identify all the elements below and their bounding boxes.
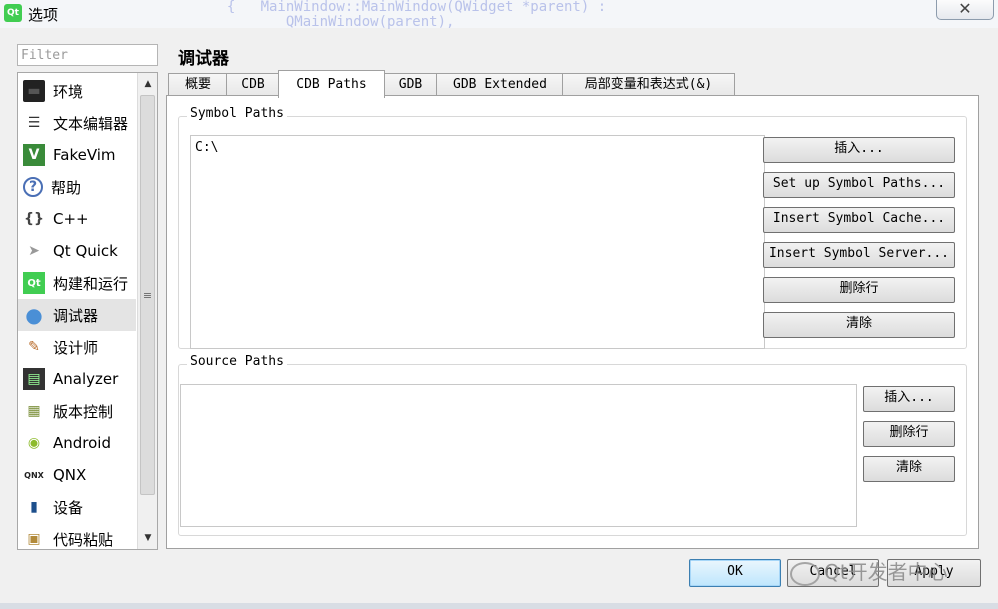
category-item[interactable]: ➤ Qt Quick: [18, 235, 136, 267]
close-button[interactable]: ✕: [936, 0, 994, 20]
build-run-icon: Qt: [23, 272, 45, 294]
filter-input[interactable]: [17, 44, 158, 66]
symbol-remove-row-button[interactable]: 删除行: [763, 277, 955, 303]
scroll-up-arrow-icon[interactable]: ▲: [140, 75, 156, 93]
help-icon: ?: [23, 177, 43, 197]
tab-6[interactable]: 局部变量和表达式(&): [562, 73, 735, 97]
category-label: 调试器: [53, 306, 99, 325]
window-title: 选项: [28, 6, 59, 24]
category-item[interactable]: ● 调试器: [18, 299, 136, 331]
tab-1[interactable]: 概要: [168, 73, 228, 97]
category-item[interactable]: V FakeVim: [18, 139, 136, 171]
designer-icon: ✎: [28, 339, 40, 355]
category-scrollbar[interactable]: ▲ ≡ ▼: [137, 73, 157, 549]
tab-2[interactable]: CDB: [226, 73, 280, 97]
qt-app-icon: Qt: [4, 4, 22, 22]
category-label: Android: [53, 434, 111, 452]
ok-button[interactable]: OK: [689, 559, 781, 587]
device-icon: ▮: [30, 499, 38, 515]
category-item[interactable]: ▬ 环境: [18, 75, 136, 107]
category-label: Analyzer: [53, 370, 119, 388]
watermark-text: Qt开发者中心: [824, 560, 948, 584]
category-label: 环境: [53, 82, 84, 101]
scroll-down-arrow-icon[interactable]: ▼: [140, 529, 156, 547]
symbol-paths-list[interactable]: C:\: [190, 135, 765, 349]
android-icon: ◉: [27, 435, 41, 451]
version-control-icon: ▦: [27, 403, 41, 419]
category-label: 设计师: [53, 338, 99, 357]
category-label: Qt Quick: [53, 242, 118, 260]
source-clear-button[interactable]: 清除: [863, 456, 955, 482]
category-item[interactable]: ▣ 代码粘贴: [18, 523, 136, 549]
monitor-icon: ▬: [23, 80, 45, 102]
category-item[interactable]: ◉ Android: [18, 427, 136, 459]
category-list: ▬ 环境 ☰ 文本编辑器 V FakeVim? 帮助 {} C++ ➤ Qt Quick Qt 构建和运…: [17, 72, 158, 550]
page-title: 调试器: [178, 49, 229, 69]
category-label: QNX: [53, 466, 87, 484]
category-label: C++: [53, 210, 89, 228]
category-item[interactable]: ▦ 版本控制: [18, 395, 136, 427]
bottom-border: [0, 603, 998, 609]
category-item[interactable]: Qt 构建和运行: [18, 267, 136, 299]
debugger-icon: ●: [25, 303, 43, 327]
source-insert-button[interactable]: 插入...: [863, 386, 955, 412]
braces-icon: {}: [24, 211, 44, 227]
category-item[interactable]: ☰ 文本编辑器: [18, 107, 136, 139]
wechat-icon: [790, 561, 820, 586]
category-item[interactable]: ✎ 设计师: [18, 331, 136, 363]
category-label: 代码粘贴: [53, 530, 114, 549]
tab-5[interactable]: GDB Extended: [436, 73, 564, 97]
fakevim-icon: V: [23, 144, 45, 166]
watermark: Qt开发者中心: [790, 556, 948, 586]
text-editor-icon: ☰: [27, 115, 41, 131]
qnx-icon: QNX: [24, 470, 44, 480]
scroll-thumb[interactable]: ≡: [140, 95, 155, 495]
paper-plane-icon: ➤: [28, 243, 40, 259]
category-label: FakeVim: [53, 146, 116, 164]
source-paths-group: Source Paths 插入... 删除行清除: [178, 354, 967, 536]
tab-pane-cdb-paths: Symbol Paths C:\ 插入... Set up Symbol Path…: [166, 95, 979, 549]
code-paste-icon: ▣: [27, 531, 41, 547]
symbol-paths-title: Symbol Paths: [187, 106, 287, 121]
category-item[interactable]: ▤ Analyzer: [18, 363, 136, 395]
category-label: 帮助: [51, 178, 82, 197]
source-paths-title: Source Paths: [187, 354, 287, 369]
symbol-setup-symbol-paths-button[interactable]: Set up Symbol Paths...: [763, 172, 955, 198]
tab-4[interactable]: GDB: [383, 73, 438, 97]
category-label: 构建和运行: [53, 274, 129, 293]
symbol-paths-group: Symbol Paths C:\ 插入... Set up Symbol Path…: [178, 106, 967, 349]
background-code-text: { MainWindow::MainWindow(QWidget *parent…: [226, 0, 607, 30]
symbol-clear-button[interactable]: 清除: [763, 312, 955, 338]
category-item[interactable]: QNX QNX: [18, 459, 136, 491]
symbol-insert-symbol-cache-button[interactable]: Insert Symbol Cache...: [763, 207, 955, 233]
source-paths-list[interactable]: [180, 384, 857, 527]
analyzer-icon: ▤: [23, 368, 45, 390]
category-label: 文本编辑器: [53, 114, 129, 133]
category-item[interactable]: {} C++: [18, 203, 136, 235]
symbol-insert-symbol-server-button[interactable]: Insert Symbol Server...: [763, 242, 955, 268]
symbol-insert-button[interactable]: 插入...: [763, 137, 955, 163]
category-label: 版本控制: [53, 402, 114, 421]
category-item[interactable]: ? 帮助: [18, 171, 136, 203]
category-label: 设备: [53, 498, 84, 517]
tab-3[interactable]: CDB Paths: [278, 70, 385, 98]
symbol-path-item[interactable]: C:\: [195, 140, 760, 155]
source-remove-row-button[interactable]: 删除行: [863, 421, 955, 447]
category-item[interactable]: ▮ 设备: [18, 491, 136, 523]
